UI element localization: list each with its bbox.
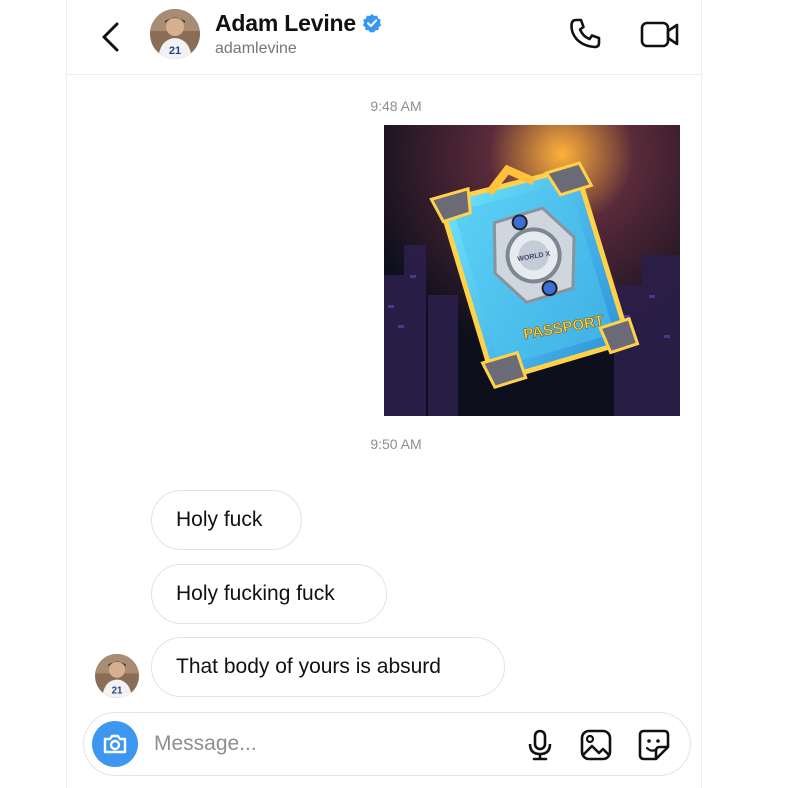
- contact-handle: adamlevine: [215, 40, 297, 57]
- message-bubble[interactable]: Holy fuck: [151, 490, 302, 550]
- svg-text:21: 21: [112, 686, 123, 697]
- contact-name-row[interactable]: Adam Levine: [215, 8, 382, 38]
- microphone-icon[interactable]: [522, 727, 558, 763]
- verified-badge-icon: [362, 14, 382, 33]
- dm-screen: 21 Adam Levine adamlevine 9:48 AM WORLD …: [66, 0, 702, 788]
- chat-header: 21 Adam Levine adamlevine: [67, 0, 701, 75]
- sender-avatar[interactable]: 21: [95, 654, 139, 698]
- message-timestamp: 9:50 AM: [370, 436, 422, 452]
- message-bubble[interactable]: Holy fucking fuck: [151, 564, 387, 624]
- shared-image[interactable]: WORLD X PASSPORT: [384, 125, 680, 416]
- message-bubble[interactable]: That body of yours is absurd: [151, 637, 505, 697]
- avatar[interactable]: 21: [150, 9, 200, 59]
- camera-button[interactable]: [92, 721, 138, 767]
- phone-icon[interactable]: [567, 16, 603, 52]
- video-icon[interactable]: [639, 16, 681, 52]
- sticker-icon[interactable]: [636, 727, 672, 763]
- message-composer: [83, 712, 691, 776]
- message-timestamp: 9:48 AM: [370, 98, 422, 114]
- svg-text:21: 21: [169, 45, 181, 57]
- camera-icon: [103, 734, 127, 754]
- back-chevron-icon[interactable]: [97, 20, 125, 54]
- contact-name: Adam Levine: [215, 9, 356, 36]
- message-input[interactable]: [154, 729, 484, 759]
- avatar-photo: 21: [150, 9, 200, 59]
- gallery-icon[interactable]: [578, 727, 614, 763]
